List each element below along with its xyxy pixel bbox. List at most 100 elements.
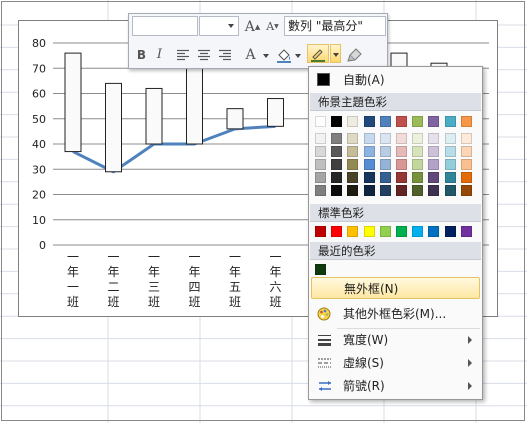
theme-shade-swatch[interactable]	[363, 133, 375, 144]
theme-shade-swatch[interactable]	[428, 146, 440, 157]
theme-shade-swatch[interactable]	[331, 133, 343, 144]
theme-shade-swatch[interactable]	[460, 159, 472, 170]
bold-button[interactable]: B	[132, 45, 151, 64]
theme-shade-swatch[interactable]	[412, 146, 424, 157]
chevron-down-icon[interactable]	[263, 54, 269, 58]
theme-shade-swatch[interactable]	[396, 159, 407, 170]
theme-shade-swatch[interactable]	[315, 133, 326, 144]
theme-shade-swatch[interactable]	[460, 172, 472, 183]
theme-shade-swatch[interactable]	[444, 172, 456, 183]
theme-shade-swatch[interactable]	[412, 172, 424, 183]
data-bar[interactable]	[105, 82, 122, 173]
theme-shade-swatch[interactable]	[347, 172, 359, 183]
standard-color-swatch[interactable]	[412, 226, 424, 237]
chevron-down-icon[interactable]	[295, 54, 301, 58]
theme-shade-swatch[interactable]	[315, 172, 326, 183]
data-bar[interactable]	[267, 98, 284, 127]
theme-shade-swatch[interactable]	[412, 159, 424, 170]
theme-shade-swatch[interactable]	[444, 146, 456, 157]
theme-shade-swatch[interactable]	[460, 133, 472, 144]
theme-shade-swatch[interactable]	[363, 146, 375, 157]
format-painter-button[interactable]	[345, 45, 364, 64]
align-left-button[interactable]	[173, 45, 192, 64]
standard-color-swatch[interactable]	[347, 226, 359, 237]
theme-shade-swatch[interactable]	[379, 133, 391, 144]
italic-button[interactable]: I	[150, 45, 169, 64]
theme-shade-swatch[interactable]	[412, 133, 424, 144]
theme-shade-swatch[interactable]	[396, 133, 407, 144]
theme-shade-swatch[interactable]	[460, 185, 472, 196]
theme-shade-swatch[interactable]	[444, 185, 456, 196]
standard-color-swatch[interactable]	[379, 226, 391, 237]
theme-shade-swatch[interactable]	[379, 159, 391, 170]
grow-font-button[interactable]: A ▲	[243, 17, 262, 36]
font-name-combo[interactable]	[132, 16, 198, 36]
theme-color-swatch[interactable]	[379, 116, 391, 127]
align-right-button[interactable]	[215, 45, 234, 64]
theme-shade-swatch[interactable]	[363, 185, 375, 196]
theme-shade-swatch[interactable]	[396, 172, 407, 183]
theme-shade-swatch[interactable]	[347, 159, 359, 170]
theme-shade-swatch[interactable]	[363, 172, 375, 183]
theme-shade-swatch[interactable]	[428, 159, 440, 170]
theme-shade-swatch[interactable]	[331, 185, 343, 196]
theme-shade-swatch[interactable]	[347, 146, 359, 157]
standard-color-swatch[interactable]	[428, 226, 440, 237]
theme-shade-swatch[interactable]	[379, 185, 391, 196]
theme-shade-swatch[interactable]	[460, 146, 472, 157]
data-bar[interactable]	[226, 108, 244, 130]
theme-shade-swatch[interactable]	[347, 133, 359, 144]
shrink-font-button[interactable]: A ▼	[263, 17, 282, 36]
theme-shade-swatch[interactable]	[315, 159, 326, 170]
theme-color-swatch[interactable]	[347, 116, 359, 127]
weight-item[interactable]: 寬度(W)	[311, 329, 480, 351]
dashes-item[interactable]: 虛線(S)	[311, 352, 480, 374]
theme-color-swatch[interactable]	[428, 116, 440, 127]
font-size-combo[interactable]	[199, 16, 239, 36]
theme-color-swatch[interactable]	[396, 116, 407, 127]
theme-shade-swatch[interactable]	[428, 133, 440, 144]
data-bar[interactable]	[186, 62, 203, 145]
standard-color-swatch[interactable]	[460, 226, 472, 237]
standard-color-swatch[interactable]	[363, 226, 375, 237]
standard-color-swatch[interactable]	[315, 226, 326, 237]
no-outline-item[interactable]: 無外框(N)	[311, 277, 480, 299]
align-center-button[interactable]	[194, 45, 213, 64]
outline-color-button[interactable]	[307, 44, 329, 63]
theme-shade-swatch[interactable]	[315, 185, 326, 196]
theme-shade-swatch[interactable]	[444, 133, 456, 144]
recent-color-swatch[interactable]	[315, 264, 326, 275]
theme-color-swatch[interactable]	[331, 116, 343, 127]
standard-color-swatch[interactable]	[444, 226, 456, 237]
standard-color-swatch[interactable]	[331, 226, 343, 237]
series-line[interactable]	[72, 124, 276, 174]
arrows-item[interactable]: 箭號(R)	[311, 375, 480, 397]
automatic-color-item[interactable]: 自動(A)	[311, 69, 480, 91]
more-outline-colors-item[interactable]: 其他外框色彩(M)...	[311, 303, 480, 325]
theme-shade-swatch[interactable]	[347, 185, 359, 196]
data-bar[interactable]	[64, 52, 82, 153]
theme-shade-swatch[interactable]	[428, 172, 440, 183]
data-bar-partial[interactable]	[390, 52, 408, 68]
theme-shade-swatch[interactable]	[379, 146, 391, 157]
theme-shade-swatch[interactable]	[331, 159, 343, 170]
theme-shade-swatch[interactable]	[396, 185, 407, 196]
theme-shade-swatch[interactable]	[396, 146, 407, 157]
outline-color-dropdown[interactable]	[330, 44, 341, 63]
theme-shade-swatch[interactable]	[331, 172, 343, 183]
theme-shade-swatch[interactable]	[379, 172, 391, 183]
theme-shade-swatch[interactable]	[412, 185, 424, 196]
theme-shade-swatch[interactable]	[331, 146, 343, 157]
font-color-button[interactable]: A	[241, 45, 260, 64]
theme-color-swatch[interactable]	[412, 116, 424, 127]
fill-color-button[interactable]	[274, 45, 293, 64]
theme-color-swatch[interactable]	[315, 116, 326, 127]
theme-shade-swatch[interactable]	[444, 159, 456, 170]
theme-color-swatch[interactable]	[460, 116, 472, 127]
theme-color-swatch[interactable]	[444, 116, 456, 127]
theme-color-swatch[interactable]	[363, 116, 375, 127]
data-bar[interactable]	[145, 87, 163, 145]
series-select[interactable]: 數列 "最高分"	[284, 16, 386, 36]
standard-color-swatch[interactable]	[396, 226, 407, 237]
theme-shade-swatch[interactable]	[363, 159, 375, 170]
